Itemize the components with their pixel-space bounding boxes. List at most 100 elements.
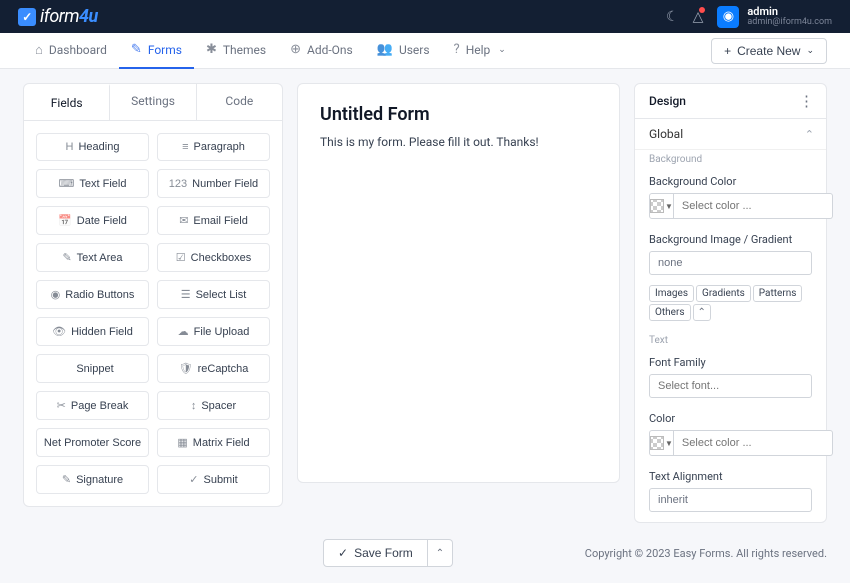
nav-item-forms[interactable]: ✎Forms — [119, 33, 194, 69]
field-page-break[interactable]: ✂ Page Break — [36, 391, 149, 420]
field-checkboxes[interactable]: ☑ Checkboxes — [157, 243, 270, 272]
field-email-field[interactable]: ✉Email Field — [157, 206, 270, 235]
hidden-field-icon: 👁 — [52, 325, 66, 338]
nav-item-help[interactable]: ?Help⌄ — [442, 33, 518, 69]
signature-icon: ✎ — [62, 473, 71, 486]
text-field-icon: ⌨ — [59, 177, 75, 190]
paragraph-icon: ≡ — [182, 141, 188, 153]
radio-buttons-icon: ◉ — [51, 288, 61, 301]
text-color-swatch-button[interactable]: ▼ — [649, 430, 674, 456]
check-icon: ✓ — [338, 546, 348, 560]
field-recaptcha[interactable]: 🛡reCaptcha — [157, 354, 270, 383]
accordion-global[interactable]: Global ⌃ — [635, 119, 826, 150]
field-paragraph[interactable]: ≡Paragraph — [157, 133, 270, 161]
field-radio-buttons[interactable]: ◉ Radio Buttons — [36, 280, 149, 309]
nav-item-themes[interactable]: ✱Themes — [194, 33, 278, 69]
section-background-label: Background — [635, 150, 826, 171]
page-break-icon: ✂ — [57, 399, 66, 412]
logo-text-1: iform — [40, 6, 79, 27]
font-family-input[interactable] — [649, 374, 812, 398]
text-area-icon: ✎ — [62, 251, 71, 264]
font-family-label: Font Family — [649, 356, 812, 369]
pill-expand-icon[interactable]: ⌃ — [693, 304, 711, 321]
kebab-menu-icon[interactable]: ⋮ — [799, 92, 814, 110]
field-submit[interactable]: ✓Submit — [157, 465, 270, 494]
recaptcha-icon: 🛡 — [179, 362, 193, 375]
nav-label: Themes — [223, 43, 266, 57]
nav-item-users[interactable]: 👥Users — [365, 33, 442, 69]
navbar: ⌂Dashboard✎Forms✱Themes⊕Add-Ons👥Users?He… — [0, 33, 850, 69]
nav-label: Help — [466, 43, 491, 57]
nav-item-dashboard[interactable]: ⌂ Dashboard — [23, 33, 119, 69]
text-color-label: Color — [649, 412, 812, 425]
field-spacer[interactable]: ↕Spacer — [157, 391, 270, 420]
field-select-list[interactable]: ☰Select List — [157, 280, 270, 309]
create-new-button[interactable]: + Create New ⌄ — [711, 38, 827, 64]
tab-code[interactable]: Code — [197, 84, 282, 121]
plus-icon: + — [724, 44, 731, 58]
field-hidden-field[interactable]: 👁 Hidden Field — [36, 317, 149, 346]
bg-image-label: Background Image / Gradient — [649, 233, 812, 246]
field-label: Net Promoter Score — [44, 437, 141, 449]
field-label: Checkboxes — [191, 252, 252, 264]
chevron-down-icon: ⌄ — [498, 45, 506, 55]
matrix-field-icon: ▦ — [177, 436, 187, 449]
pill-images[interactable]: Images — [649, 285, 694, 302]
nav-label: Users — [399, 43, 430, 57]
form-description: This is my form. Please fill it out. Tha… — [320, 135, 597, 149]
bg-color-input[interactable] — [674, 193, 833, 219]
accordion-global-label: Global — [649, 127, 683, 141]
select-list-icon: ☰ — [181, 288, 191, 301]
user-name: admin — [747, 6, 832, 18]
field-label: Radio Buttons — [65, 289, 134, 301]
field-signature[interactable]: ✎Signature — [36, 465, 149, 494]
pill-gradients[interactable]: Gradients — [696, 285, 751, 302]
file-upload-icon: ☁ — [178, 325, 189, 338]
caret-down-icon: ▼ — [665, 439, 673, 448]
heading-icon: H — [66, 141, 74, 153]
pill-patterns[interactable]: Patterns — [753, 285, 803, 302]
add-ons-icon: ⊕ — [290, 42, 301, 57]
tab-fields[interactable]: Fields — [24, 84, 110, 121]
field-label: Page Break — [71, 400, 128, 412]
field-text-area[interactable]: ✎Text Area — [36, 243, 149, 272]
nav-label: Dashboard — [49, 43, 107, 57]
field-net-promoter-score[interactable]: Net Promoter Score — [36, 428, 149, 457]
pill-others[interactable]: Others — [649, 304, 691, 321]
field-label: Text Field — [79, 178, 126, 190]
form-canvas[interactable]: Untitled Form This is my form. Please fi… — [297, 83, 620, 483]
chevron-down-icon: ⌄ — [806, 45, 814, 56]
spacer-icon: ↕ — [191, 400, 197, 412]
nav-item-add-ons[interactable]: ⊕Add-Ons — [278, 33, 365, 69]
bg-color-label: Background Color — [649, 175, 812, 188]
theme-toggle-icon[interactable]: ☾ — [666, 9, 679, 25]
forms-icon: ✎ — [131, 42, 142, 57]
submit-icon: ✓ — [189, 473, 198, 486]
text-color-input[interactable] — [674, 430, 833, 456]
tab-settings[interactable]: Settings — [110, 84, 196, 121]
text-alignment-input[interactable] — [649, 488, 812, 512]
topbar: ✓ iform4u ☾ △ ◉ admin admin@iform4u.com — [0, 0, 850, 33]
bg-color-swatch-button[interactable]: ▼ — [649, 193, 674, 219]
field-label: Email Field — [193, 215, 247, 227]
bg-image-input[interactable] — [649, 251, 812, 275]
field-matrix-field[interactable]: ▦Matrix Field — [157, 428, 270, 457]
design-title: Design — [649, 94, 686, 108]
field-label: Heading — [78, 141, 119, 153]
create-new-label: Create New — [737, 44, 800, 58]
field-label: Hidden Field — [71, 326, 133, 338]
field-number-field[interactable]: 123Number Field — [157, 169, 270, 198]
dashboard-icon: ⌂ — [35, 42, 43, 58]
user-menu[interactable]: ◉ admin admin@iform4u.com — [717, 6, 832, 28]
field-text-field[interactable]: ⌨ Text Field — [36, 169, 149, 198]
field-snippet[interactable]: Snippet — [36, 354, 149, 383]
logo[interactable]: ✓ iform4u — [18, 6, 98, 27]
design-panel: Design ⋮ Global ⌃ Background Background … — [634, 83, 827, 523]
save-form-label: Save Form — [354, 546, 413, 560]
number-field-icon: 123 — [169, 178, 187, 190]
checkboxes-icon: ☑ — [176, 251, 186, 264]
field-date-field[interactable]: 📅Date Field — [36, 206, 149, 235]
field-heading[interactable]: H Heading — [36, 133, 149, 161]
notifications-icon[interactable]: △ — [693, 9, 704, 25]
field-file-upload[interactable]: ☁File Upload — [157, 317, 270, 346]
